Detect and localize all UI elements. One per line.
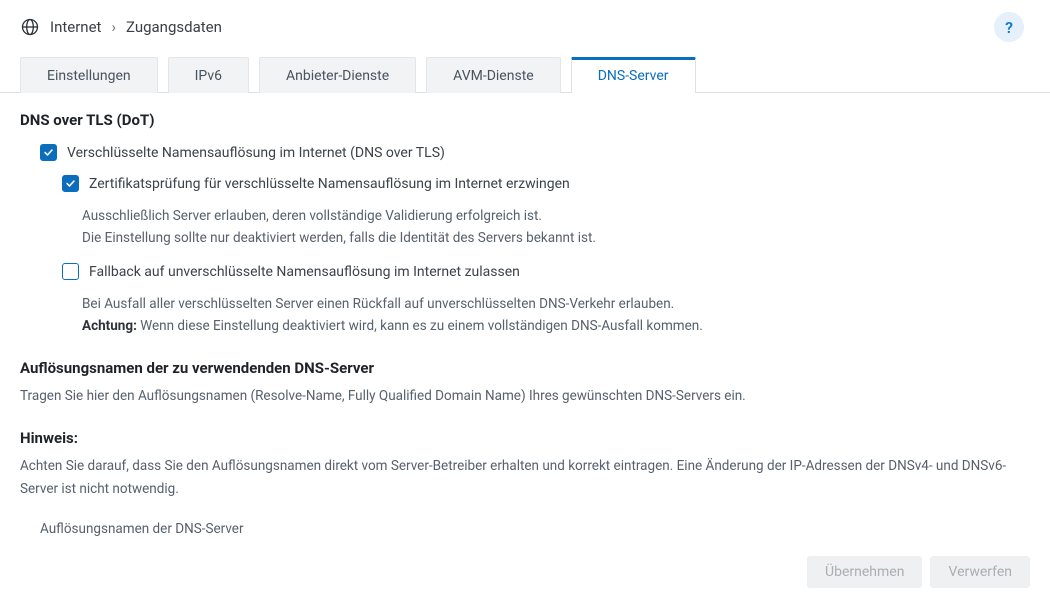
desc-fallback-warn: Achtung: Wenn diese Einstellung deaktivi…: [20, 315, 1030, 337]
label-cert: Zertifikatsprüfung für verschlüsselte Na…: [89, 174, 570, 195]
hint-text: Achten Sie darauf, dass Sie den Auflösun…: [20, 455, 1030, 500]
apply-button[interactable]: Übernehmen: [807, 556, 922, 588]
help-button[interactable]: ?: [994, 12, 1024, 42]
desc-fallback-1: Bei Ausfall aller verschlüsselten Server…: [20, 293, 1030, 315]
breadcrumb: Internet › Zugangsdaten: [50, 18, 984, 36]
option-encrypted[interactable]: Verschlüsselte Namensauflösung im Intern…: [20, 143, 1030, 164]
breadcrumb-root[interactable]: Internet: [50, 18, 101, 36]
globe-icon: [20, 17, 40, 37]
tabs: Einstellungen IPv6 Anbieter-Dienste AVM-…: [0, 56, 1050, 93]
resolve-field-label: Auflösungsnamen der DNS-Server: [40, 518, 1030, 540]
checkbox-encrypted[interactable]: [40, 144, 57, 161]
tab-einstellungen[interactable]: Einstellungen: [20, 57, 158, 93]
tab-avm-dienste[interactable]: AVM-Dienste: [426, 57, 561, 93]
discard-button[interactable]: Verwerfen: [930, 556, 1030, 588]
hint-heading: Hinweis:: [20, 429, 1030, 447]
breadcrumb-leaf: Zugangsdaten: [126, 18, 222, 36]
tab-dns-server[interactable]: DNS-Server: [571, 57, 696, 93]
label-fallback: Fallback auf unverschlüsselte Namensaufl…: [89, 262, 520, 283]
chevron-right-icon: ›: [111, 18, 116, 36]
label-encrypted: Verschlüsselte Namensauflösung im Intern…: [67, 143, 445, 164]
header: Internet › Zugangsdaten ?: [0, 0, 1050, 50]
desc-cert-1: Ausschließlich Server erlauben, deren vo…: [20, 205, 1030, 227]
section-title: DNS over TLS (DoT): [20, 111, 1030, 129]
content: DNS over TLS (DoT) Verschlüsselte Namens…: [0, 93, 1050, 544]
option-fallback[interactable]: Fallback auf unverschlüsselte Namensaufl…: [20, 262, 1030, 283]
tab-anbieter-dienste[interactable]: Anbieter-Dienste: [259, 57, 416, 93]
desc-cert-2: Die Einstellung sollte nur deaktiviert w…: [20, 227, 1030, 249]
checkbox-cert[interactable]: [62, 175, 79, 192]
warn-text: Wenn diese Einstellung deaktiviert wird,…: [137, 318, 703, 334]
warn-label: Achtung:: [82, 318, 137, 334]
footer: Übernehmen Verwerfen: [0, 544, 1050, 600]
resolve-intro: Tragen Sie hier den Auflösungsnamen (Res…: [20, 385, 1030, 407]
checkbox-fallback[interactable]: [62, 263, 79, 280]
option-cert-check[interactable]: Zertifikatsprüfung für verschlüsselte Na…: [20, 174, 1030, 195]
tab-ipv6[interactable]: IPv6: [168, 57, 249, 93]
resolve-heading: Auflösungsnamen der zu verwendenden DNS-…: [20, 359, 1030, 377]
